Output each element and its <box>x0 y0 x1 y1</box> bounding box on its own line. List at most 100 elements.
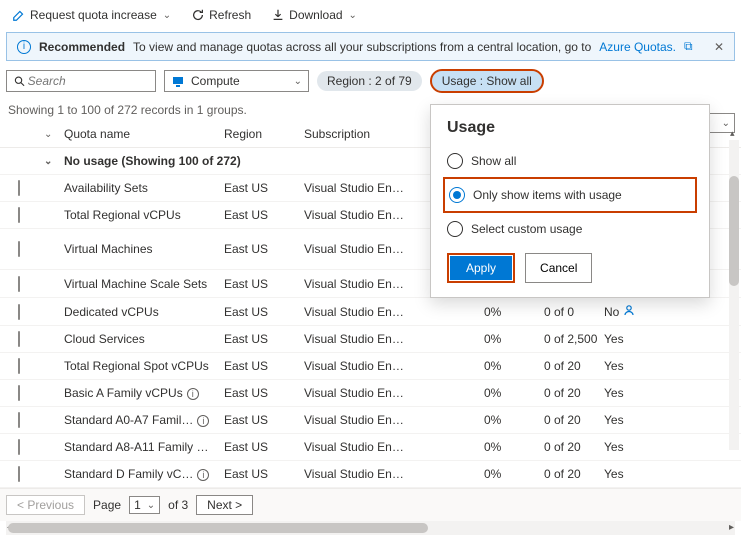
adjustable-cell: Yes <box>604 467 640 481</box>
table-row[interactable]: Standard D Family vC…iEast USVisual Stud… <box>0 461 741 488</box>
banner-text: To view and manage quotas across all you… <box>133 40 591 54</box>
quota-name-cell: Availability Sets <box>64 181 224 195</box>
row-checkbox[interactable] <box>18 412 20 428</box>
usage-pct-cell: 0% <box>484 359 544 373</box>
info-icon[interactable]: i <box>197 415 209 427</box>
page-select[interactable]: 1 ⌄ <box>129 496 160 514</box>
subscription-cell: Visual Studio En… <box>304 467 404 481</box>
subscription-cell: Visual Studio En… <box>304 386 404 400</box>
subscription-cell: Visual Studio En… <box>304 181 404 195</box>
quota-name-cell: Dedicated vCPUs <box>64 305 224 319</box>
pager: < Previous Page 1 ⌄ of 3 Next > <box>0 488 741 521</box>
limit-cell: 0 of 20 <box>544 467 604 481</box>
adjustable-cell: No <box>604 304 640 319</box>
next-page-button[interactable]: Next > <box>196 495 253 515</box>
chevron-down-icon: ⌄ <box>44 156 64 167</box>
option-label: Show all <box>471 154 516 168</box>
info-icon[interactable]: i <box>197 469 209 481</box>
usage-option-with-usage[interactable]: Only show items with usage <box>449 181 691 209</box>
recommended-label: Recommended <box>39 40 125 54</box>
region-cell: East US <box>224 413 304 427</box>
usage-pct-cell: 0% <box>484 305 544 319</box>
col-quota-name[interactable]: Quota name <box>64 127 224 141</box>
region-cell: East US <box>224 386 304 400</box>
usage-option-show-all[interactable]: Show all <box>447 147 693 175</box>
region-filter-pill[interactable]: Region : 2 of 79 <box>317 71 422 91</box>
table-row[interactable]: Standard A8-A11 Family …iEast USVisual S… <box>0 434 741 461</box>
quota-name-cell: Basic A Family vCPUsi <box>64 386 224 400</box>
toolbar: Request quota increase ⌄ Refresh Downloa… <box>0 0 741 30</box>
adjustable-cell: Yes <box>604 332 640 346</box>
refresh-button[interactable]: Refresh <box>185 4 257 26</box>
subscription-cell: Visual Studio En… <box>304 359 404 373</box>
usage-pct-cell: 0% <box>484 413 544 427</box>
vertical-scrollbar[interactable]: ▴ <box>729 140 739 450</box>
row-checkbox[interactable] <box>18 331 20 347</box>
row-checkbox[interactable] <box>18 207 20 223</box>
table-row[interactable]: Standard A0-A7 Famil…iEast USVisual Stud… <box>0 407 741 434</box>
row-checkbox[interactable] <box>18 304 20 320</box>
adjustable-cell: Yes <box>604 440 640 454</box>
filter-row: Compute ⌄ Region : 2 of 79 Usage : Show … <box>0 67 741 99</box>
close-icon[interactable]: ✕ <box>714 40 724 54</box>
provider-dropdown[interactable]: Compute ⌄ <box>164 70 309 92</box>
search-field[interactable] <box>26 73 149 89</box>
refresh-icon <box>191 8 205 22</box>
apply-button[interactable]: Apply <box>450 256 512 280</box>
azure-quotas-link[interactable]: Azure Quotas. <box>599 40 676 54</box>
table-row[interactable]: Total Regional Spot vCPUsEast USVisual S… <box>0 353 741 380</box>
prev-page-button[interactable]: < Previous <box>6 495 85 515</box>
download-button[interactable]: Download ⌄ <box>265 4 363 26</box>
chevron-down-icon[interactable]: ⌄ <box>44 129 64 140</box>
region-cell: East US <box>224 332 304 346</box>
table-row[interactable]: Dedicated vCPUsEast USVisual Studio En…0… <box>0 298 741 326</box>
limit-cell: 0 of 20 <box>544 359 604 373</box>
usage-pct-cell: 0% <box>484 386 544 400</box>
usage-filter-popover: Usage Show all Only show items with usag… <box>430 104 710 298</box>
row-checkbox[interactable] <box>18 180 20 196</box>
usage-filter-pill[interactable]: Usage : Show all <box>430 69 544 93</box>
request-quota-button[interactable]: Request quota increase ⌄ <box>6 4 177 26</box>
request-quota-label: Request quota increase <box>30 8 157 22</box>
cancel-button[interactable]: Cancel <box>525 253 592 283</box>
subscription-cell: Visual Studio En… <box>304 242 404 256</box>
subscription-cell: Visual Studio En… <box>304 413 404 427</box>
limit-cell: 0 of 20 <box>544 413 604 427</box>
info-icon: i <box>17 40 31 54</box>
row-checkbox[interactable] <box>18 358 20 374</box>
limit-cell: 0 of 2,500 <box>544 332 604 346</box>
region-cell: East US <box>224 277 304 291</box>
radio-icon <box>447 221 463 237</box>
chevron-down-icon: ⌄ <box>147 500 155 511</box>
table-row[interactable]: Basic A Family vCPUsiEast USVisual Studi… <box>0 380 741 407</box>
page-of: of 3 <box>168 498 188 512</box>
row-checkbox[interactable] <box>18 466 20 482</box>
region-cell: East US <box>224 305 304 319</box>
page-value: 1 <box>134 498 141 512</box>
limit-cell: 0 of 20 <box>544 386 604 400</box>
row-checkbox[interactable] <box>18 241 20 257</box>
col-region[interactable]: Region <box>224 127 304 141</box>
subscription-cell: Visual Studio En… <box>304 277 404 291</box>
recommendation-banner: i Recommended To view and manage quotas … <box>6 32 735 61</box>
horizontal-scrollbar[interactable]: ◂ ▸ <box>6 521 735 535</box>
external-link-icon: ⧉ <box>684 39 693 54</box>
popover-title: Usage <box>447 119 693 137</box>
usage-option-custom[interactable]: Select custom usage <box>447 215 693 243</box>
scroll-up-icon[interactable]: ▴ <box>730 128 735 139</box>
row-checkbox[interactable] <box>18 276 20 292</box>
row-checkbox[interactable] <box>18 439 20 455</box>
row-checkbox[interactable] <box>18 385 20 401</box>
region-cell: East US <box>224 208 304 222</box>
search-input[interactable] <box>6 70 156 92</box>
subscription-cell: Visual Studio En… <box>304 440 404 454</box>
scrollbar-thumb[interactable] <box>8 523 428 533</box>
quota-name-cell: Standard D Family vC…i <box>64 467 224 481</box>
quota-name-cell: Standard A8-A11 Family …i <box>64 440 224 454</box>
info-icon[interactable]: i <box>213 442 224 454</box>
scrollbar-thumb[interactable] <box>729 176 739 286</box>
table-row[interactable]: Cloud ServicesEast USVisual Studio En…0%… <box>0 326 741 353</box>
info-icon[interactable]: i <box>187 388 199 400</box>
search-icon <box>13 74 26 88</box>
col-subscription[interactable]: Subscription <box>304 127 404 141</box>
